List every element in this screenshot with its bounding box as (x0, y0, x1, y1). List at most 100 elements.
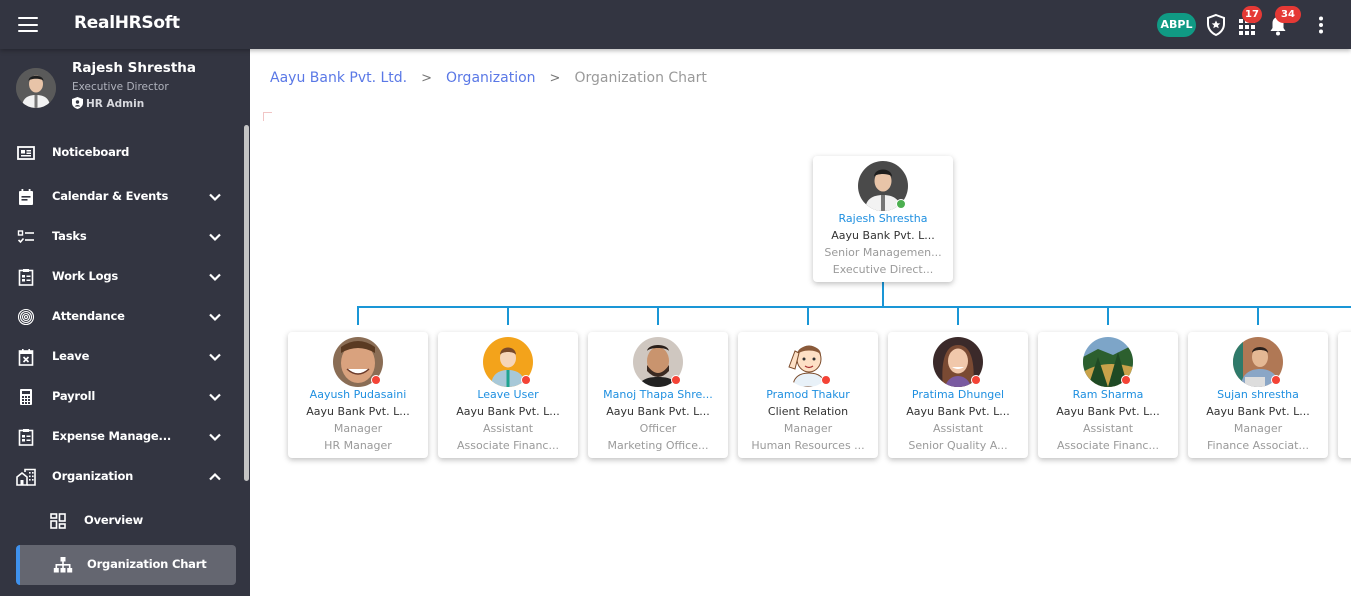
main-content: Aayu Bank Pvt. Ltd. > Organization > Organiz… (250, 49, 1351, 596)
user-role: Executive Director (72, 81, 169, 93)
employee-level: Senior Managemen... (824, 246, 942, 259)
org-card-child[interactable]: Leave User Aayu Bank Pvt. L... Assistant… (438, 332, 578, 458)
sidebar-item-label: Organization (52, 469, 134, 483)
org-card-child[interactable]: Manoj Thapa Shre... Aayu Bank Pvt. L... … (588, 332, 728, 458)
sidebar-item-label: Calendar & Events (52, 189, 169, 203)
employee-title: Marketing Office... (607, 439, 709, 452)
chart-corner-marker (263, 112, 272, 121)
sidebar-item-noticeboard[interactable]: Noticeboard (0, 133, 240, 173)
org-card-child[interactable]: Sujan shrestha Aayu Bank Pvt. L... Manag… (1188, 332, 1328, 458)
chevron-down-icon (209, 193, 221, 202)
sidebar-item-expense-management[interactable]: Expense Manage... (0, 417, 240, 457)
menu-toggle-button[interactable] (18, 17, 38, 32)
notifications-count-badge: 34 (1275, 6, 1301, 23)
sidebar-scrollbar[interactable] (244, 125, 249, 481)
chevron-down-icon (209, 393, 221, 402)
breadcrumb-organization-link[interactable]: Organization (446, 70, 536, 86)
breadcrumb-current: Organization Chart (574, 70, 707, 86)
employee-name: Aayush Pudasaini (309, 388, 407, 401)
offline-status-dot (371, 375, 381, 385)
sidebar-item-leave[interactable]: Leave (0, 337, 240, 377)
calculator-icon (20, 389, 32, 405)
connector-child-down (1107, 307, 1109, 325)
sidebar-item-label: Expense Manage... (52, 429, 172, 443)
org-card-root[interactable]: Rajesh Shrestha Aayu Bank Pvt. L... Seni… (813, 156, 953, 282)
noticeboard-icon (17, 146, 35, 160)
user-access-label: HR Admin (86, 98, 145, 110)
employee-level: Assistant (932, 422, 984, 435)
sidebar-item-label: Work Logs (52, 269, 119, 283)
sidebar-item-label: Noticeboard (52, 145, 130, 159)
hamburger-icon (18, 17, 38, 19)
org-chart-icon (53, 557, 73, 573)
offline-status-dot (1121, 375, 1131, 385)
chevron-down-icon (209, 353, 221, 362)
user-profile[interactable]: Rajesh Shrestha Executive Director HR Ad… (0, 49, 250, 124)
sidebar-item-label: Attendance (52, 309, 125, 323)
calendar-x-icon (18, 349, 34, 366)
sidebar-item-label: Tasks (52, 229, 87, 243)
sidebar-item-label: Leave (52, 349, 90, 363)
app-title[interactable]: RealHRSoft (74, 13, 180, 33)
employee-level: Officer (639, 422, 677, 435)
breadcrumb: Aayu Bank Pvt. Ltd. > Organization > Organiz… (270, 70, 707, 86)
org-card-child[interactable]: Ram Sharma Aayu Bank Pvt. L... Assistant… (1038, 332, 1178, 458)
employee-level: Assistant (482, 422, 534, 435)
admin-shield-button[interactable] (1204, 13, 1228, 37)
employee-name: Pramod Thakur (766, 388, 850, 401)
connector-child-down (1257, 307, 1259, 325)
connector-child-down (657, 307, 659, 325)
sidebar-item-attendance[interactable]: Attendance (0, 297, 240, 337)
employee-level: Manager (1233, 422, 1283, 435)
connector-root-down (882, 282, 884, 307)
breadcrumb-company-link[interactable]: Aayu Bank Pvt. Ltd. (270, 70, 407, 86)
org-card-child[interactable]: Aayush Pudasaini Aayu Bank Pvt. L... Man… (288, 332, 428, 458)
employee-title: Senior Quality A... (908, 439, 1008, 452)
employee-company: Aayu Bank Pvt. L... (306, 405, 410, 418)
sidebar-item-tasks[interactable]: Tasks (0, 217, 240, 257)
user-name: Rajesh Shrestha (72, 60, 196, 76)
employee-level: Assistant (1082, 422, 1134, 435)
employee-title: Associate Financ... (457, 439, 559, 452)
employee-title: Human Resources ... (751, 439, 865, 452)
sidebar: Rajesh Shrestha Executive Director HR Ad… (0, 49, 250, 596)
org-card-child[interactable]: Pramod Thakur Client Relation Manager Hu… (738, 332, 878, 458)
employee-name: Sujan shrestha (1217, 388, 1299, 401)
sidebar-subitem-label: Organization Chart (87, 557, 207, 571)
org-card-child[interactable]: Pratima Dhungel Aayu Bank Pvt. L... Assi… (888, 332, 1028, 458)
sidebar-item-work-logs[interactable]: Work Logs (0, 257, 240, 297)
employee-title: Associate Financ... (1057, 439, 1159, 452)
employee-company: Aayu Bank Pvt. L... (1206, 405, 1310, 418)
employee-company: Aayu Bank Pvt. L... (831, 229, 935, 242)
org-card-child-partial[interactable] (1338, 332, 1351, 458)
sidebar-subitem-overview[interactable]: Overview (0, 501, 240, 541)
offline-status-dot (1271, 375, 1281, 385)
dashboard-icon (50, 513, 66, 529)
clipboard-icon (18, 269, 34, 286)
sidebar-item-calendar-events[interactable]: Calendar & Events (0, 177, 240, 217)
sidebar-item-organization[interactable]: Organization (0, 457, 240, 497)
breadcrumb-separator: > (421, 71, 433, 86)
chevron-down-icon (209, 433, 221, 442)
sidebar-item-payroll[interactable]: Payroll (0, 377, 240, 417)
sidebar-subitem-organization-chart[interactable]: Organization Chart (16, 545, 236, 585)
admin-badge-icon (72, 97, 83, 109)
more-options-button[interactable] (1309, 13, 1333, 37)
offline-status-dot (821, 375, 831, 385)
kebab-menu-icon (1319, 16, 1323, 34)
employee-name: Rajesh Shrestha (838, 212, 928, 225)
breadcrumb-separator: > (549, 71, 561, 86)
employee-name: Ram Sharma (1072, 388, 1144, 401)
calendar-icon (19, 189, 33, 205)
sidebar-subitem-label: Overview (84, 513, 144, 527)
connector-child-down (807, 307, 809, 325)
employee-title: Executive Direct... (832, 263, 934, 276)
user-access-level: HR Admin (72, 97, 144, 110)
employee-company: Aayu Bank Pvt. L... (606, 405, 710, 418)
company-switcher-badge[interactable]: ABPL (1157, 13, 1196, 37)
chevron-down-icon (209, 313, 221, 322)
connector-child-down (507, 307, 509, 325)
building-icon (16, 468, 36, 486)
employee-level: Manager (333, 422, 383, 435)
offline-status-dot (671, 375, 681, 385)
